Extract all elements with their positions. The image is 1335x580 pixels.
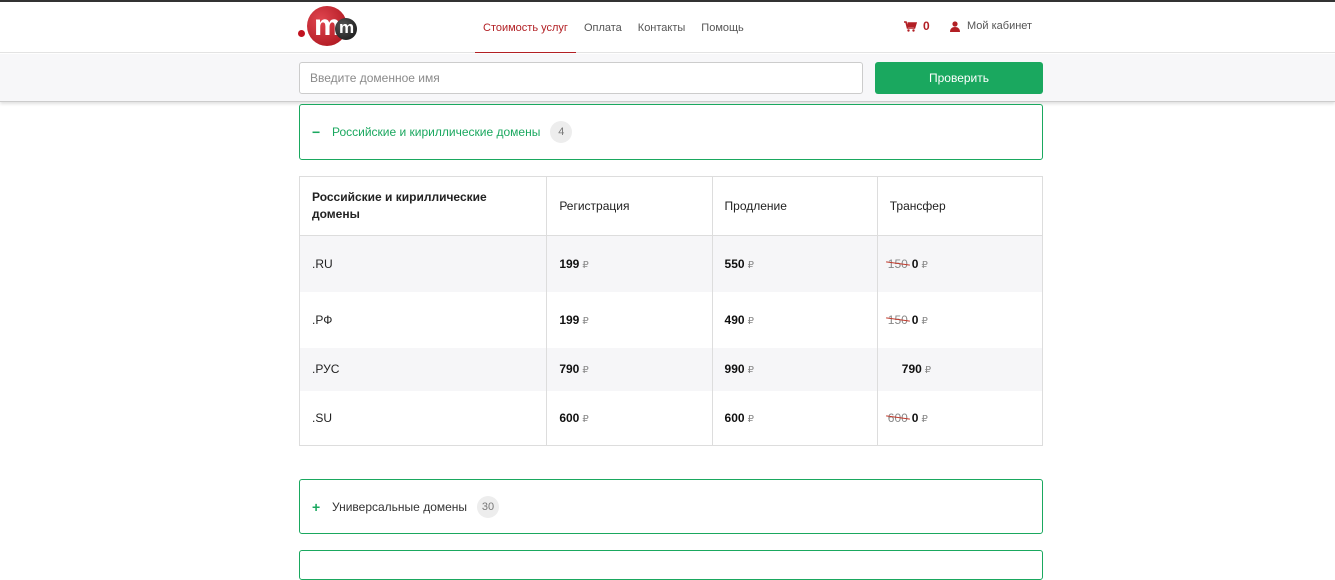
expand-icon: + xyxy=(312,498,321,515)
user-icon xyxy=(950,20,960,32)
table-row: .РФ 199 ₽ 490 ₽ 150 0 ₽ xyxy=(299,291,1044,348)
section-label: Российские и кириллические домены xyxy=(332,125,541,139)
table-row: .SU 600 ₽ 600 ₽ 600 0 ₽ xyxy=(299,390,1044,446)
section-count-badge: 30 xyxy=(477,495,500,518)
zone-name: .RU xyxy=(299,235,548,292)
cart-count: 0 xyxy=(923,19,930,33)
cart-icon xyxy=(904,20,917,32)
old-price: 150 xyxy=(887,312,908,327)
renewal-price: 990 ₽ xyxy=(712,347,878,391)
header-renewal: Продление xyxy=(712,176,878,236)
nav-payment[interactable]: Оплата xyxy=(576,2,630,53)
old-price: 600 xyxy=(887,410,908,425)
header-registration: Регистрация xyxy=(546,176,713,236)
section-russian-domains[interactable]: − Российские и кириллические домены 4 xyxy=(299,104,1043,160)
table-row: .RU 199 ₽ 550 ₽ 150 0 ₽ xyxy=(299,235,1044,292)
domain-search-input[interactable] xyxy=(299,62,863,94)
old-price: 150 xyxy=(887,256,908,271)
site-header: m m Стоимость услуг Оплата Контакты Помо… xyxy=(0,2,1335,53)
registration-price: 600 ₽ xyxy=(546,390,713,446)
header-transfer: Трансфер xyxy=(877,176,1044,236)
main-nav: Стоимость услуг Оплата Контакты Помощь xyxy=(475,2,752,53)
transfer-price: 150 0 ₽ xyxy=(877,235,1044,292)
nav-contacts[interactable]: Контакты xyxy=(630,2,694,53)
zone-name: .РУС xyxy=(299,347,548,391)
collapse-icon: − xyxy=(312,124,321,140)
check-button[interactable]: Проверить xyxy=(875,62,1043,94)
renewal-price: 550 ₽ xyxy=(712,235,878,292)
nav-help[interactable]: Помощь xyxy=(693,2,752,53)
logo-black-circle: m xyxy=(335,18,357,40)
search-band: Проверить xyxy=(0,54,1335,102)
table-row: .РУС 790 ₽ 990 ₽ 790 ₽ xyxy=(299,347,1044,391)
cart-button[interactable]: 0 xyxy=(904,19,930,33)
transfer-price: 600 0 ₽ xyxy=(877,390,1044,446)
zone-name: .SU xyxy=(299,390,548,446)
table-header-row: Российские и кириллические домены Регист… xyxy=(299,176,1044,236)
section-universal-domains[interactable]: + Универсальные домены 30 xyxy=(299,479,1043,534)
registration-price: 199 ₽ xyxy=(546,291,713,348)
logo[interactable]: m m xyxy=(298,4,463,50)
cabinet-link[interactable]: Мой кабинет xyxy=(950,20,1032,32)
nav-pricing[interactable]: Стоимость услуг xyxy=(475,2,576,53)
renewal-price: 600 ₽ xyxy=(712,390,878,446)
price-table: Российские и кириллические домены Регист… xyxy=(299,176,1044,446)
section-next[interactable] xyxy=(299,550,1043,580)
logo-dot xyxy=(298,30,305,37)
zone-name: .РФ xyxy=(299,291,548,348)
registration-price: 790 ₽ xyxy=(546,347,713,391)
section-label: Универсальные домены xyxy=(332,499,468,514)
transfer-price: 150 0 ₽ xyxy=(877,291,1044,348)
registration-price: 199 ₽ xyxy=(546,235,713,292)
cabinet-label: Мой кабинет xyxy=(967,20,1033,32)
header-zone: Российские и кириллические домены xyxy=(299,176,548,236)
section-count-badge: 4 xyxy=(550,121,573,143)
renewal-price: 490 ₽ xyxy=(712,291,878,348)
transfer-price: 790 ₽ xyxy=(877,347,1044,391)
